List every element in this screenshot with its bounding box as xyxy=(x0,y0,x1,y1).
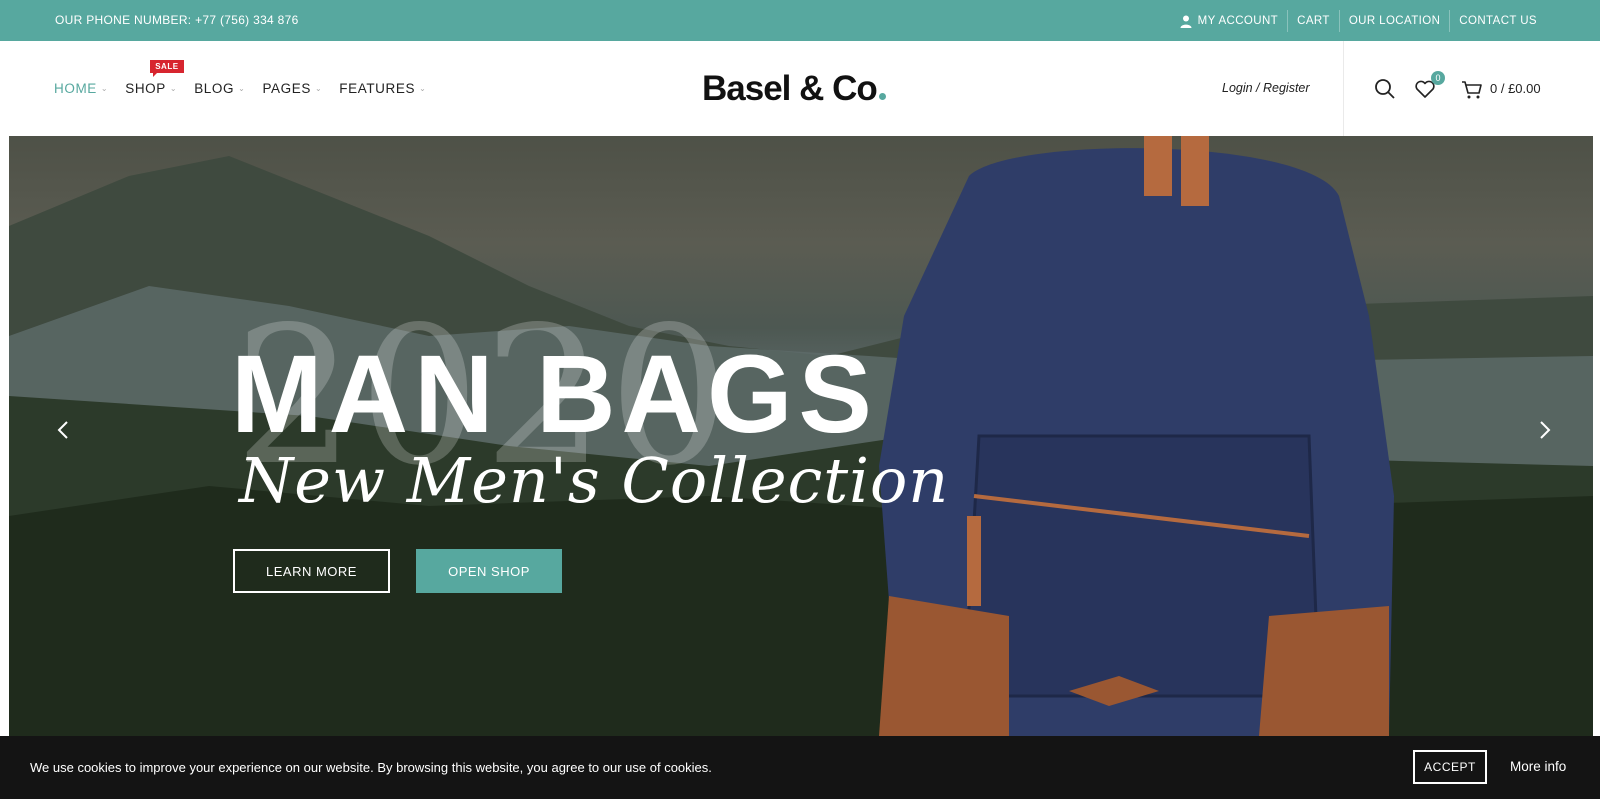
phone-number: OUR PHONE NUMBER: +77 (756) 334 876 xyxy=(55,13,299,27)
top-links: MY ACCOUNT CART OUR LOCATION CONTACT US xyxy=(1171,10,1546,32)
nav-item-features[interactable]: FEATURES ⌄ xyxy=(339,81,426,96)
top-bar: OUR PHONE NUMBER: +77 (756) 334 876 MY A… xyxy=(0,0,1600,41)
chevron-down-icon: ⌄ xyxy=(169,84,178,93)
logo-text: Basel & Co xyxy=(702,69,878,108)
contact-us-link[interactable]: CONTACT US xyxy=(1449,10,1546,32)
user-icon xyxy=(1180,15,1192,28)
main-nav: HOME ⌄ SALE SHOP ⌄ BLOG ⌄ PAGES ⌄ FEATURES ⌄ xyxy=(54,60,443,96)
nav-item-label: BLOG xyxy=(194,81,235,96)
nav-item-label: FEATURES xyxy=(339,81,416,96)
my-account-link[interactable]: MY ACCOUNT xyxy=(1171,10,1287,32)
open-shop-button[interactable]: OPEN SHOP xyxy=(416,549,562,593)
chevron-down-icon: ⌄ xyxy=(238,84,246,93)
nav-item-label: PAGES xyxy=(262,81,311,96)
chevron-right-icon[interactable] xyxy=(1534,418,1554,442)
nav-item-label: HOME xyxy=(54,81,97,96)
my-account-label: MY ACCOUNT xyxy=(1197,15,1279,27)
chevron-down-icon: ⌄ xyxy=(419,84,427,93)
chevron-down-icon: ⌄ xyxy=(314,84,323,93)
wishlist-count-badge: 0 xyxy=(1431,71,1445,85)
login-register-link[interactable]: Login / Register xyxy=(1222,81,1310,95)
learn-more-button[interactable]: LEARN MORE xyxy=(233,549,390,593)
cart-link[interactable]: CART xyxy=(1287,10,1339,32)
nav-item-shop[interactable]: SALE SHOP ⌄ xyxy=(125,60,184,96)
search-icon[interactable] xyxy=(1373,77,1397,101)
cart-icon[interactable] xyxy=(1460,78,1484,102)
nav-item-label: SHOP xyxy=(125,81,166,96)
hero-slider: 2020 MAN BAGS New Men's Collection LEARN… xyxy=(9,136,1593,736)
our-location-link[interactable]: OUR LOCATION xyxy=(1338,10,1449,32)
accept-cookies-button[interactable]: ACCEPT xyxy=(1413,750,1487,784)
site-header: HOME ⌄ SALE SHOP ⌄ BLOG ⌄ PAGES ⌄ FEATURES ⌄ … xyxy=(0,41,1600,136)
chevron-left-icon[interactable] xyxy=(54,418,74,442)
nav-item-pages[interactable]: PAGES ⌄ xyxy=(262,81,322,96)
more-info-link[interactable]: More info xyxy=(1510,759,1566,774)
header-divider xyxy=(1343,41,1344,136)
cookie-notice: We use cookies to improve your experienc… xyxy=(0,736,1600,799)
site-logo[interactable]: Basel & Co xyxy=(702,69,886,109)
hero-subtitle: New Men's Collection xyxy=(239,444,950,517)
nav-item-home[interactable]: HOME ⌄ xyxy=(54,81,108,96)
hero-title: MAN BAGS xyxy=(231,333,878,456)
cart-summary[interactable]: 0 / £0.00 xyxy=(1490,81,1541,96)
cookie-message: We use cookies to improve your experienc… xyxy=(30,760,712,775)
sale-badge: SALE xyxy=(150,60,184,77)
chevron-down-icon: ⌄ xyxy=(100,84,109,93)
nav-item-blog[interactable]: BLOG ⌄ xyxy=(194,81,245,96)
logo-dot xyxy=(878,93,886,100)
